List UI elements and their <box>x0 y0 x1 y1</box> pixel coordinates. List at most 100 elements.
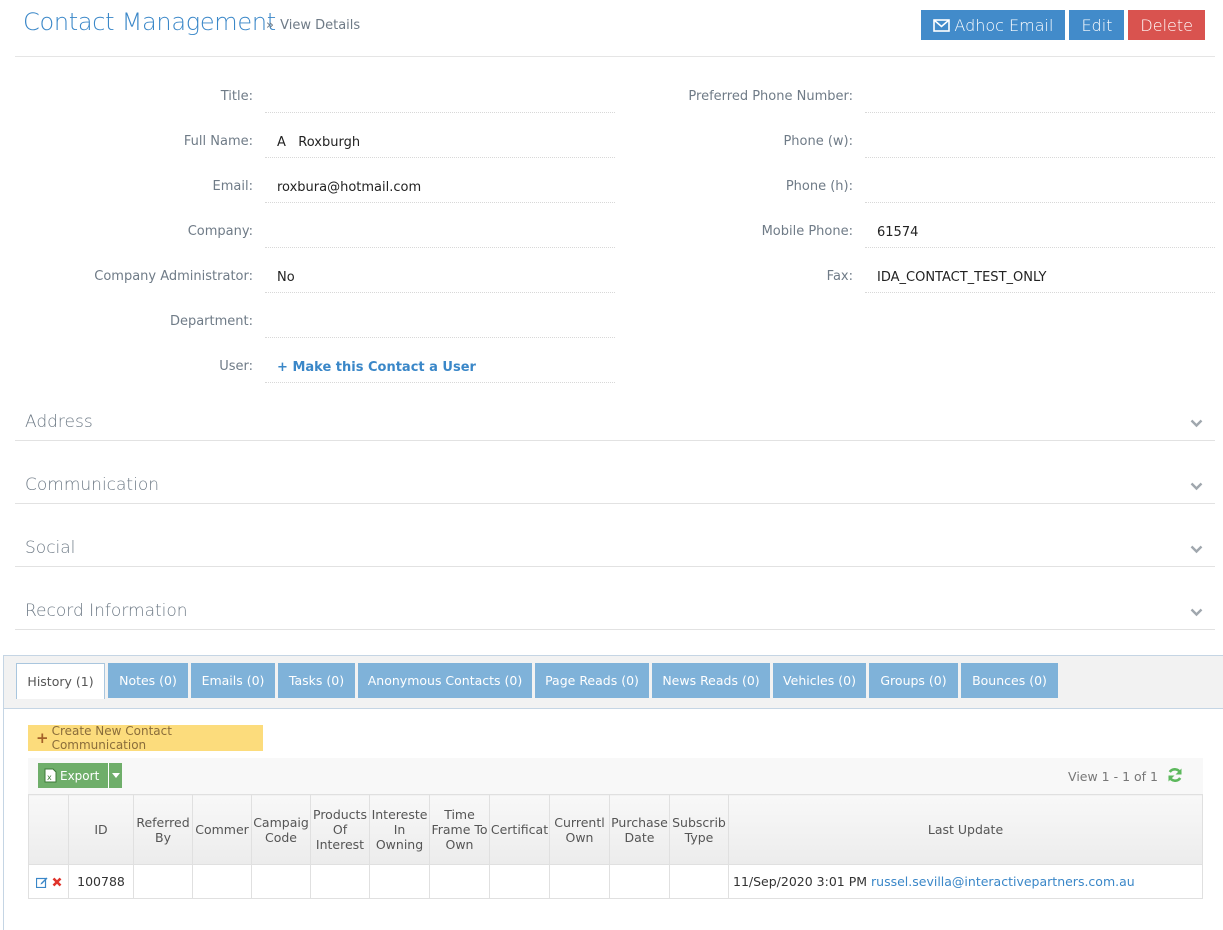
column-header-time-frame[interactable]: Time Frame To Own <box>429 794 490 865</box>
table-header-row: ID Referred By Commer Campaig Code Produ… <box>28 794 1203 865</box>
chevron-down-icon <box>1190 482 1203 491</box>
chevron-down-icon <box>1190 608 1203 617</box>
tab-notes[interactable]: Notes (0) <box>108 663 188 698</box>
create-contact-communication-button[interactable]: + Create New Contact Communication <box>28 724 263 752</box>
field-label: Email: <box>212 179 253 194</box>
history-table: ID Referred By Commer Campaig Code Produ… <box>28 794 1203 899</box>
tab-vehicles[interactable]: Vehicles (0) <box>773 663 866 698</box>
field-label: Phone (h): <box>785 179 853 194</box>
field-mobile-phone: Mobile Phone: 61574 <box>620 215 1215 260</box>
row-actions-cell <box>28 864 69 899</box>
field-value <box>265 85 615 113</box>
field-company: Company: <box>0 215 615 260</box>
field-label: Title: <box>220 89 253 104</box>
breadcrumb-separator: » <box>266 18 274 33</box>
tab-emails[interactable]: Emails (0) <box>191 663 275 698</box>
cell-purchase-date <box>609 864 670 899</box>
excel-file-icon: x <box>44 768 57 783</box>
cell-subscribe-type <box>669 864 729 899</box>
field-label: Preferred Phone Number: <box>688 89 853 104</box>
tab-bounces[interactable]: Bounces (0) <box>961 663 1058 698</box>
field-value <box>265 220 615 248</box>
cell-time-frame <box>429 864 490 899</box>
tab-page-reads[interactable]: Page Reads (0) <box>535 663 649 698</box>
edit-icon[interactable] <box>35 876 48 888</box>
table-row: 100788 11/Sep/2020 3:01 PM russel.sevill… <box>28 864 1203 899</box>
field-label: Full Name: <box>183 134 253 149</box>
delete-button[interactable]: Delete <box>1128 10 1205 40</box>
refresh-icon[interactable] <box>1167 767 1183 783</box>
plus-icon: + <box>36 729 49 747</box>
section-title: Social <box>25 538 76 558</box>
section-record-information[interactable]: Record Information <box>15 567 1215 630</box>
field-value <box>865 130 1215 158</box>
export-button[interactable]: x Export <box>38 763 108 788</box>
field-label: Department: <box>169 314 253 329</box>
cell-referred-by <box>133 864 193 899</box>
adhoc-email-button[interactable]: Adhoc Email <box>921 10 1066 40</box>
tab-bar: History (1) Notes (0) Emails (0) Tasks (… <box>4 656 1223 709</box>
delete-icon[interactable] <box>52 877 62 887</box>
column-header-referred-by[interactable]: Referred By <box>133 794 193 865</box>
export-dropdown-toggle[interactable] <box>108 763 122 788</box>
field-title: Title: <box>0 80 615 125</box>
grid-toolbar: x Export View 1 - 1 of 1 <box>28 758 1203 794</box>
page-header: Contact Management » View Details Adhoc … <box>15 0 1215 57</box>
column-header-certificate[interactable]: Certificat <box>489 794 550 865</box>
adhoc-email-label: Adhoc Email <box>954 15 1054 35</box>
edit-button[interactable]: Edit <box>1069 10 1125 40</box>
export-label: Export <box>60 768 100 783</box>
column-header-last-update[interactable]: Last Update <box>728 794 1203 865</box>
make-user-link[interactable]: + Make this Contact a User <box>277 360 476 375</box>
column-header-interested-in-owning[interactable]: Intereste In Owning <box>369 794 430 865</box>
field-preferred-phone: Preferred Phone Number: <box>620 80 1215 125</box>
column-header-products-of-interest[interactable]: Products Of Interest <box>310 794 370 865</box>
field-email: Email: roxbura@hotmail.com <box>0 170 615 215</box>
cell-commer <box>192 864 252 899</box>
field-label: Company Administrator: <box>94 269 253 284</box>
field-value <box>865 85 1215 113</box>
tab-groups[interactable]: Groups (0) <box>869 663 958 698</box>
column-header-commer[interactable]: Commer <box>192 794 252 865</box>
column-header-subscribe-type[interactable]: Subscrib Type <box>669 794 729 865</box>
contact-details-right: Preferred Phone Number: Phone (w): Phone… <box>620 80 1215 305</box>
section-address[interactable]: Address <box>15 378 1215 441</box>
field-value <box>865 175 1215 203</box>
last-update-user-link[interactable]: russel.sevilla@interactivepartners.com.a… <box>871 874 1135 889</box>
tab-anonymous-contacts[interactable]: Anonymous Contacts (0) <box>358 663 532 698</box>
tab-tasks[interactable]: Tasks (0) <box>278 663 355 698</box>
tab-history[interactable]: History (1) <box>16 663 105 699</box>
field-value: 61574 <box>865 220 1215 248</box>
section-communication[interactable]: Communication <box>15 441 1215 504</box>
field-full-name: Full Name: A Roxburgh <box>0 125 615 170</box>
section-title: Communication <box>25 475 159 495</box>
field-label: Phone (w): <box>783 134 853 149</box>
column-header-currently-own[interactable]: Currentl Own <box>549 794 610 865</box>
make-user-label: Make this Contact a User <box>292 360 476 375</box>
cell-last-update: 11/Sep/2020 3:01 PM russel.sevilla@inter… <box>728 864 1203 899</box>
tab-news-reads[interactable]: News Reads (0) <box>652 663 770 698</box>
breadcrumb: » View Details <box>266 18 360 33</box>
plus-icon: + <box>277 360 288 375</box>
field-label: User: <box>219 359 253 374</box>
field-value: roxbura@hotmail.com <box>265 175 615 203</box>
column-header-actions <box>28 794 69 865</box>
section-social[interactable]: Social <box>15 504 1215 567</box>
field-label: Company: <box>187 224 253 239</box>
svg-text:x: x <box>47 773 52 782</box>
related-records-panel: History (1) Notes (0) Emails (0) Tasks (… <box>3 655 1223 930</box>
column-header-purchase-date[interactable]: Purchase Date <box>609 794 670 865</box>
column-header-id[interactable]: ID <box>68 794 134 865</box>
field-value: A Roxburgh <box>265 130 615 158</box>
field-phone-work: Phone (w): <box>620 125 1215 170</box>
contact-details-left: Title: Full Name: A Roxburgh Email: roxb… <box>0 80 615 395</box>
chevron-down-icon <box>1190 419 1203 428</box>
section-title: Record Information <box>25 601 188 621</box>
breadcrumb-current: View Details <box>280 18 361 33</box>
column-header-campaign-code[interactable]: Campaig Code <box>251 794 311 865</box>
field-company-administrator: Company Administrator: No <box>0 260 615 305</box>
field-fax: Fax: IDA_CONTACT_TEST_ONLY <box>620 260 1215 305</box>
section-title: Address <box>25 412 93 432</box>
cell-id: 100788 <box>68 864 134 899</box>
field-value: No <box>265 265 615 293</box>
